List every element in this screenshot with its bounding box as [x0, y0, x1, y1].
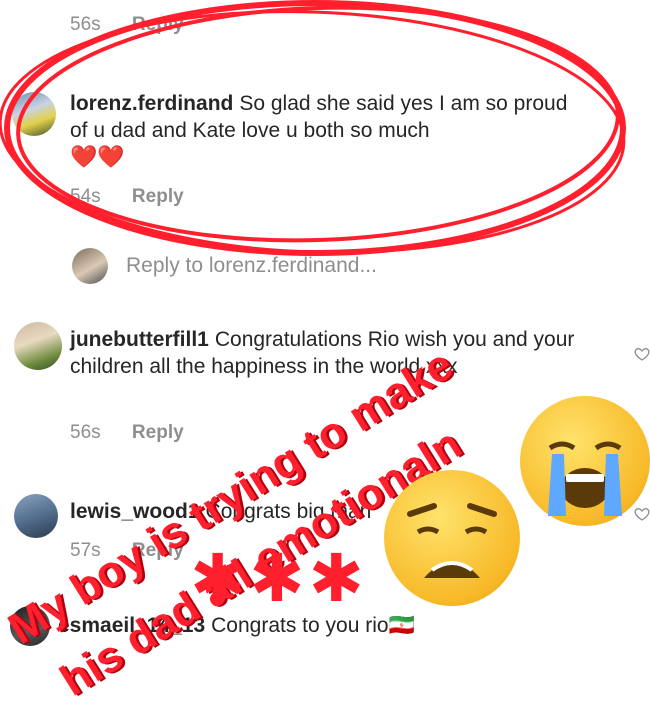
comment-june: junebutterfill1 Congratulations Rio wish … — [70, 326, 610, 380]
comment-text: Congrats to you rio — [211, 614, 389, 637]
comment-2-meta: 56s Reply — [70, 422, 184, 444]
avatar[interactable] — [14, 494, 58, 538]
my-avatar — [72, 248, 108, 284]
red-circle-annotation — [0, 0, 626, 256]
comment-time: 56s — [70, 422, 101, 443]
red-stars: ✱✱✱ — [190, 541, 368, 615]
iran-flag-icon: 🇮🇷 — [388, 614, 415, 637]
comment-username[interactable]: junebutterfill1 — [70, 328, 209, 351]
reply-button[interactable]: Reply — [132, 422, 184, 443]
crying-emoji-icon — [520, 396, 650, 526]
reply-input[interactable]: Reply to lorenz.ferdinand... — [126, 254, 377, 278]
weary-face-icon — [384, 470, 520, 606]
like-heart-icon[interactable] — [634, 346, 650, 362]
avatar[interactable] — [14, 322, 62, 370]
